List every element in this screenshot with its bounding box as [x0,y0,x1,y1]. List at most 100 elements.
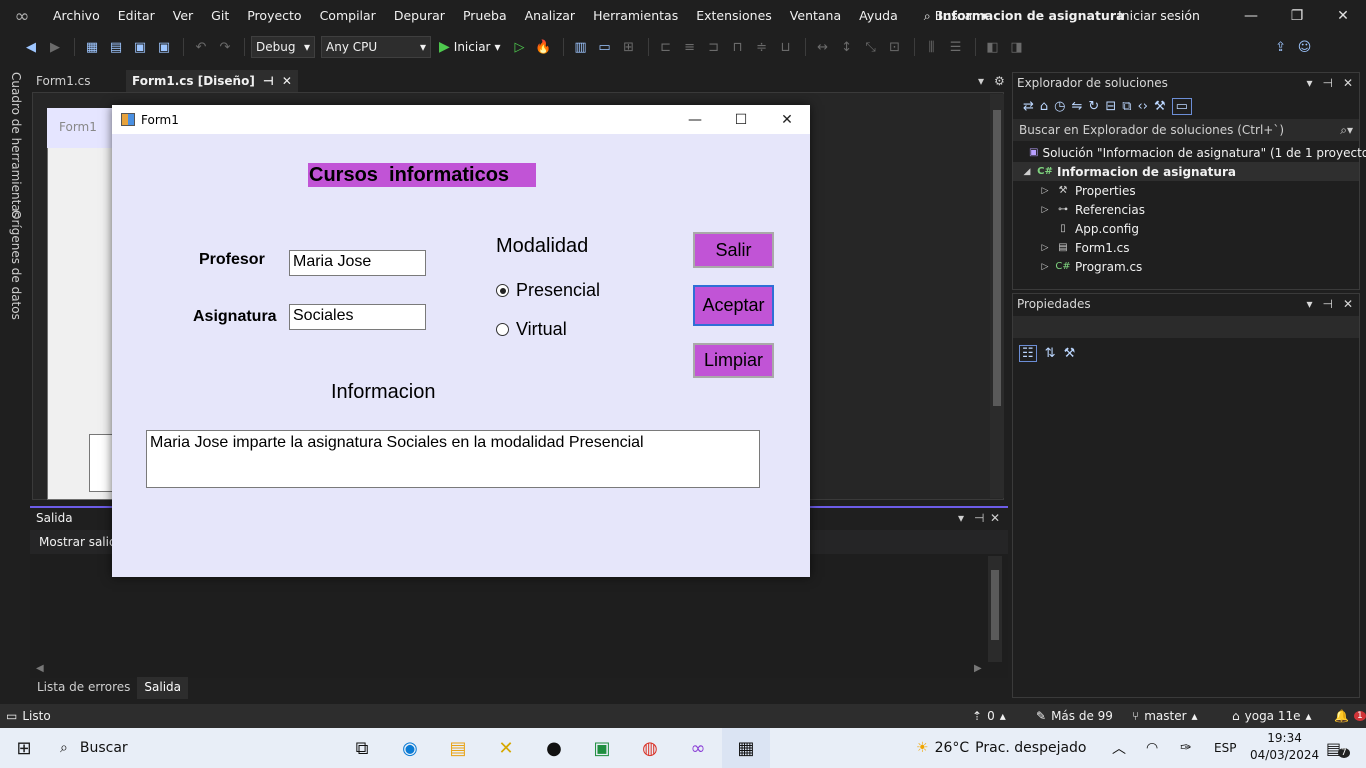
save-all-icon[interactable]: ▣ [153,36,175,58]
asignatura-input[interactable]: Sociales [289,304,426,330]
show-all-files-icon[interactable]: ⧉ [1122,99,1131,114]
menu-prueba[interactable]: Prueba [454,0,516,32]
solution-search-input[interactable]: Buscar en Explorador de soluciones (Ctrl… [1013,119,1359,141]
menu-compilar[interactable]: Compilar [311,0,385,32]
wifi-icon[interactable]: ◠ [1146,740,1158,756]
classroom-icon[interactable]: ▣ [578,728,626,768]
pending-changes-icon[interactable]: ⇋ [1072,99,1083,114]
preview-selected-icon[interactable]: ▭ [1171,97,1192,115]
task-view-icon[interactable]: ⧉ [338,728,386,768]
aceptar-button[interactable]: Aceptar [693,285,774,326]
chevron-down-icon[interactable]: ▾ [1306,297,1312,311]
visual-studio-icon[interactable]: ∞ [674,728,722,768]
collapsed-arrow-icon[interactable]: ▷ [1039,243,1051,253]
align-right-icon[interactable]: ⊐ [703,36,725,58]
designer-scrollbar[interactable] [990,94,1004,498]
alphabetical-icon[interactable]: ⇅ [1045,346,1056,361]
align-bottom-icon[interactable]: ⊔ [775,36,797,58]
output-scrollbar[interactable] [988,556,1002,662]
tree-item-appconfig[interactable]: ▯ App.config [1013,219,1359,238]
close-button[interactable]: ✕ [1320,0,1366,32]
menu-ventana[interactable]: Ventana [781,0,850,32]
notifications-indicator[interactable]: 🔔 1 [1334,709,1366,723]
close-tab-icon[interactable]: ✕ [282,74,292,88]
radio-unchecked-icon[interactable] [496,323,509,336]
same-height-icon[interactable]: ↕ [836,36,858,58]
salir-button[interactable]: Salir [693,232,774,268]
pin-icon[interactable]: ⊣ [263,74,274,88]
config-select[interactable]: Debug ▾ [251,36,315,58]
tree-item-form1[interactable]: ▷ ▤ Form1.cs [1013,238,1359,257]
property-pages-icon[interactable]: ⚒ [1064,346,1076,361]
back-icon[interactable]: ◀ [20,36,42,58]
menu-git[interactable]: Git [202,0,238,32]
save-icon[interactable]: ▣ [129,36,151,58]
toolbox-tab[interactable]: Cuadro de herramientas [9,72,23,218]
menu-extensiones[interactable]: Extensiones [687,0,781,32]
menu-ver[interactable]: Ver [164,0,202,32]
tray-chevron-icon[interactable]: ︿ [1112,738,1126,758]
branch-indicator[interactable]: ⑂ master ▴ [1132,709,1198,723]
collapse-all-icon[interactable]: ⊟ [1105,99,1116,114]
history-icon[interactable]: ◷ [1054,99,1065,114]
weather-widget[interactable]: ☀ 26°C Prac. despejado [916,740,1087,756]
tree-item-properties[interactable]: ▷ ⚒ Properties [1013,181,1359,200]
align-grid-icon[interactable]: ⊞ [618,36,640,58]
live-share-icon[interactable]: ⇪ [1270,36,1292,58]
same-width-icon[interactable]: ↔ [812,36,834,58]
menu-proyecto[interactable]: Proyecto [238,0,310,32]
form-maximize-button[interactable]: ☐ [718,105,764,134]
informacion-textbox[interactable]: Maria Jose imparte la asignatura Sociale… [146,430,760,488]
radio-presencial[interactable]: Presencial [496,280,600,301]
bring-front-icon[interactable]: ◧ [982,36,1004,58]
undo-icon[interactable]: ↶ [190,36,212,58]
pin-icon[interactable]: ⊣ [1322,76,1332,90]
chrome-icon[interactable]: ◍ [626,728,674,768]
align-center-icon[interactable]: ≡ [679,36,701,58]
chevron-down-icon[interactable]: ▾ [1306,76,1312,90]
profesor-input[interactable]: Maria Jose [289,250,426,276]
user-icon[interactable]: ☺ [1294,36,1316,58]
horizontal-spacing-icon[interactable]: ⫼ [921,36,943,58]
windows-start-icon[interactable]: ⊞ [0,728,48,768]
tab-output[interactable]: Salida [137,677,188,699]
changes-indicator[interactable]: ✎ Más de 99 [1036,709,1113,723]
align-top-icon[interactable]: ⊓ [727,36,749,58]
start-without-debug-icon[interactable]: ▷ [509,36,531,58]
datasources-tab[interactable]: Orígenes de datos [9,210,23,320]
tab-list-chevron-icon[interactable]: ▾ [978,74,984,88]
send-back-icon[interactable]: ◨ [1006,36,1028,58]
scroll-left-icon[interactable]: ◀ [36,663,44,674]
platform-select[interactable]: Any CPU ▾ [321,36,431,58]
align-middle-icon[interactable]: ≑ [751,36,773,58]
collapsed-arrow-icon[interactable]: ▷ [1039,205,1051,215]
language-indicator[interactable]: ESP [1214,741,1236,755]
form-minimize-button[interactable]: — [672,105,718,134]
form-close-button[interactable]: ✕ [764,105,810,134]
output-close-icon[interactable]: ✕ [990,511,1000,525]
output-menu-chevron-icon[interactable]: ▾ [958,511,964,525]
output-pin-icon[interactable]: ⊣ [974,511,984,525]
radio-virtual[interactable]: Virtual [496,319,567,340]
form1-app-icon[interactable]: ▦ [722,728,770,768]
tab-form1-code[interactable]: Form1.cs [30,70,126,92]
vertical-spacing-icon[interactable]: ☰ [945,36,967,58]
collapsed-arrow-icon[interactable]: ▷ [1039,262,1051,272]
close-icon[interactable]: ✕ [1343,297,1353,311]
taskbar-search[interactable]: ⌕ Buscar [48,728,338,768]
tree-project[interactable]: ◢ C# Informacion de asignatura [1013,162,1359,181]
signin-link[interactable]: Iniciar sesión [1118,0,1200,32]
menu-herramientas[interactable]: Herramientas [584,0,687,32]
hot-reload-icon[interactable]: 🔥 [533,36,555,58]
forward-icon[interactable]: ▶ [44,36,66,58]
pin-icon[interactable]: ⊣ [1322,297,1332,311]
tree-solution[interactable]: ▣ Solución "Informacion de asignatura" (… [1013,143,1366,162]
home-icon[interactable]: ⌂ [1040,99,1048,114]
refresh-icon[interactable]: ↻ [1088,99,1099,114]
categorized-icon[interactable]: ☷ [1019,344,1037,362]
maximize-button[interactable]: ❐ [1274,0,1320,32]
align-left-icon[interactable]: ⊏ [655,36,677,58]
repo-indicator[interactable]: ⌂ yoga 11e ▴ [1232,709,1312,723]
file-explorer-icon[interactable]: ▤ [434,728,482,768]
radio-checked-icon[interactable] [496,284,509,297]
